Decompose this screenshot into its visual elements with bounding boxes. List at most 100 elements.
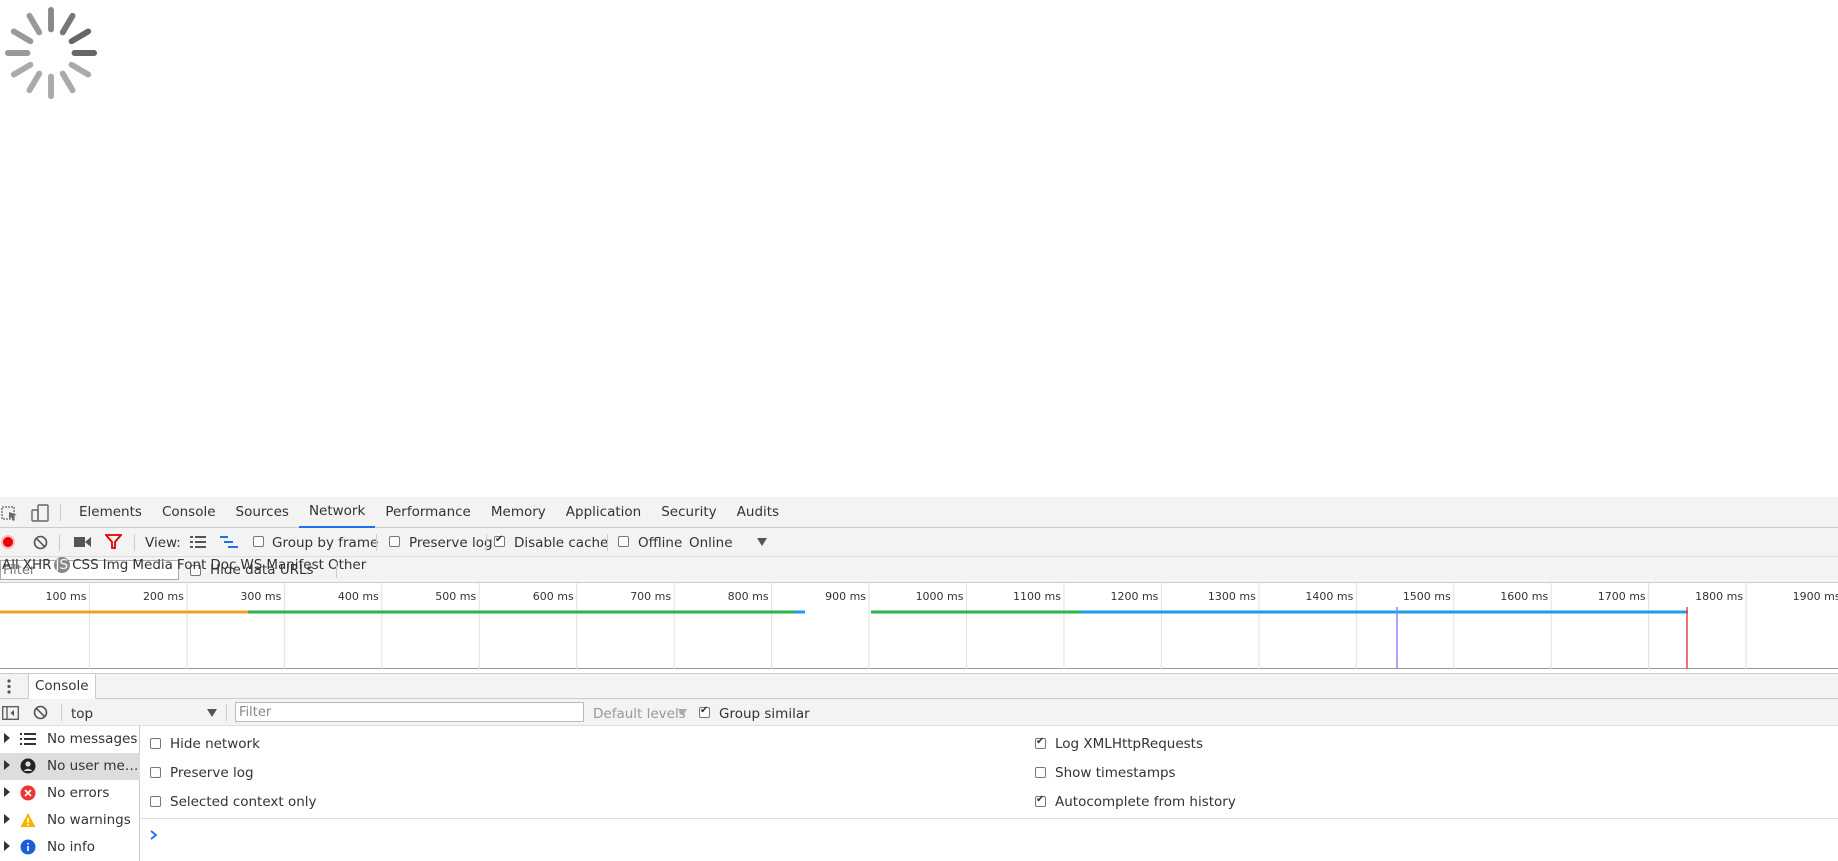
timeline-tick-label: 1500 ms <box>1403 590 1451 603</box>
tab-memory[interactable]: Memory <box>481 497 556 528</box>
device-toolbar-icon[interactable] <box>30 503 50 523</box>
console-sidebar-label: No info <box>47 839 95 855</box>
screenshot-camera-icon[interactable] <box>74 536 91 548</box>
toolbar-divider <box>226 704 227 721</box>
console-sidebar-item[interactable]: No messages <box>0 726 140 753</box>
toolbar-divider <box>134 534 135 551</box>
timeline-tick-label: 400 ms <box>338 590 379 603</box>
console-sidebar-label: No errors <box>47 785 110 801</box>
record-button[interactable] <box>1 535 15 549</box>
selected-context-only-label: Selected context only <box>170 794 317 810</box>
disable-cache-label: Disable cache <box>514 535 609 551</box>
timeline-tick-label: 500 ms <box>435 590 476 603</box>
inspect-element-icon[interactable] <box>0 503 20 523</box>
console-settings-pane: Hide network Preserve log Selected conte… <box>141 726 1838 819</box>
timeline-tick-label: 100 ms <box>45 590 86 603</box>
console-sidebar-label: No user mess... <box>47 758 139 774</box>
levels-dropdown-arrow-icon[interactable] <box>678 709 687 716</box>
timeline-tick-label: 600 ms <box>533 590 574 603</box>
filter-type-media[interactable]: Media <box>130 557 175 573</box>
expand-triangle-icon[interactable] <box>4 787 10 797</box>
group-similar-label: Group similar <box>719 706 810 722</box>
network-toolbar: View: Group by frame Preserve log Disabl… <box>0 528 1838 557</box>
filter-icon[interactable] <box>105 534 122 549</box>
console-sidebar-item[interactable]: No warnings <box>0 807 140 834</box>
devtools-panel: Elements Console Sources Network Performance… <box>0 497 1838 861</box>
group-similar-checkbox[interactable] <box>699 705 710 718</box>
toolbar-divider <box>486 534 487 551</box>
large-rows-icon[interactable] <box>190 536 206 548</box>
context-selector[interactable]: top <box>71 706 93 722</box>
selected-context-only-checkbox[interactable] <box>150 796 161 807</box>
filter-type-doc[interactable]: Doc <box>208 557 238 573</box>
autocomplete-checkbox[interactable] <box>1035 794 1046 807</box>
view-label: View: <box>145 535 181 551</box>
filter-type-img[interactable]: Img <box>101 557 131 573</box>
show-timestamps-label: Show timestamps <box>1055 765 1176 781</box>
filter-type-all[interactable]: All <box>0 557 21 573</box>
waterfall-overview-icon[interactable] <box>220 536 238 549</box>
network-filter-bar: Hide data URLs AllXHRJSCSSImgMediaFontDo… <box>0 557 1838 583</box>
console-prompt-chevron-icon[interactable] <box>150 830 158 840</box>
autocomplete-label: Autocomplete from history <box>1055 794 1236 810</box>
clear-icon[interactable] <box>33 535 48 550</box>
network-overview: 100 ms 200 ms 300 ms 400 ms 500 ms 600 ms 700 … <box>0 583 1838 669</box>
hide-network-label: Hide network <box>170 736 260 752</box>
filter-type-other[interactable]: Other <box>326 557 368 573</box>
tab-sources[interactable]: Sources <box>226 497 299 528</box>
console-preserve-log-checkbox[interactable] <box>150 767 161 778</box>
filter-type-font[interactable]: Font <box>175 557 208 573</box>
console-sidebar-item[interactable]: No user mess... <box>0 753 140 780</box>
tab-security[interactable]: Security <box>651 497 726 528</box>
filter-type-xhr[interactable]: XHR <box>21 557 54 573</box>
filter-type-ws[interactable]: WS <box>238 557 264 573</box>
dropdown-arrow-icon[interactable] <box>757 538 767 546</box>
show-timestamps-checkbox[interactable] <box>1035 767 1046 778</box>
expand-triangle-icon[interactable] <box>4 814 10 824</box>
devtools-tabs: Elements Console Sources Network Performance… <box>69 497 789 528</box>
timeline-tick-label: 1800 ms <box>1695 590 1743 603</box>
more-options-icon[interactable] <box>7 679 11 694</box>
hide-network-checkbox[interactable] <box>150 738 161 749</box>
tab-console[interactable]: Console <box>152 497 226 528</box>
error-icon <box>20 785 36 801</box>
page-content-area <box>0 0 1838 497</box>
overview-timeline-chart[interactable]: 100 ms 200 ms 300 ms 400 ms 500 ms 600 ms 700 … <box>0 583 1838 669</box>
timeline-tick-label: 1000 ms <box>916 590 964 603</box>
timeline-tick-label: 1900 ms <box>1793 590 1838 603</box>
log-xhr-checkbox[interactable] <box>1035 736 1046 749</box>
filter-type-manifest[interactable]: Manifest <box>264 557 326 573</box>
timeline-tick-label: 700 ms <box>630 590 671 603</box>
tab-elements[interactable]: Elements <box>69 497 152 528</box>
throttling-select[interactable]: Online <box>689 535 733 551</box>
group-by-frame-checkbox[interactable] <box>253 536 264 547</box>
context-dropdown-arrow-icon[interactable] <box>207 709 217 717</box>
console-sidebar-label: No warnings <box>47 812 131 828</box>
tab-performance[interactable]: Performance <box>375 497 481 528</box>
log-xhr-label: Log XMLHttpRequests <box>1055 736 1203 752</box>
disable-cache-checkbox[interactable] <box>494 534 505 547</box>
tab-audits[interactable]: Audits <box>727 497 789 528</box>
tab-network[interactable]: Network <box>298 497 376 528</box>
filter-type-js[interactable]: JS <box>53 557 71 573</box>
expand-triangle-icon[interactable] <box>4 841 10 851</box>
expand-triangle-icon[interactable] <box>4 733 10 743</box>
preserve-log-checkbox[interactable] <box>389 536 400 547</box>
drawer-tab-console[interactable]: Console <box>28 674 96 699</box>
loading-spinner-icon <box>4 6 98 100</box>
filter-type-css[interactable]: CSS <box>70 557 101 573</box>
log-levels-select[interactable]: Default levels <box>593 706 686 722</box>
timeline-tick-label: 900 ms <box>825 590 866 603</box>
timeline-tick-label: 1700 ms <box>1598 590 1646 603</box>
console-sidebar-item[interactable]: No errors <box>0 780 140 807</box>
toolbar-divider <box>60 504 61 521</box>
console-sidebar-label: No messages <box>47 731 138 747</box>
offline-checkbox[interactable] <box>618 536 629 547</box>
timeline-tick-label: 1400 ms <box>1305 590 1353 603</box>
expand-triangle-icon[interactable] <box>4 760 10 770</box>
console-sidebar-item[interactable]: No info <box>0 834 140 861</box>
tab-application[interactable]: Application <box>556 497 651 528</box>
console-filter-input[interactable] <box>235 702 584 722</box>
sidebar-toggle-icon[interactable] <box>2 706 19 720</box>
clear-console-icon[interactable] <box>33 705 48 720</box>
